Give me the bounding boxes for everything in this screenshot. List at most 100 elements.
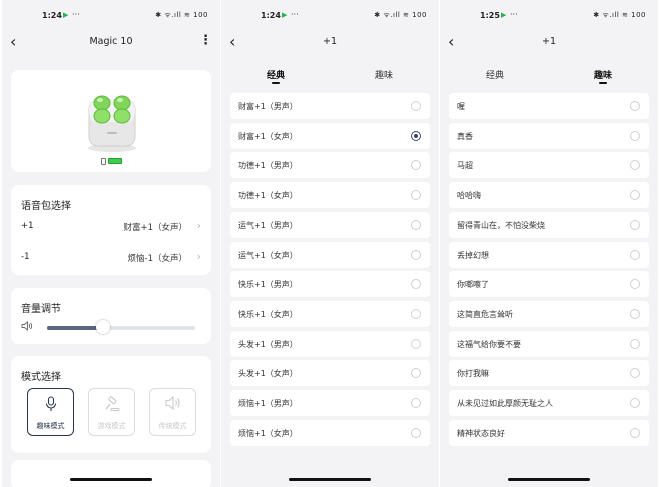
- home-indicator[interactable]: [289, 478, 371, 481]
- list-item[interactable]: 头发+1（女声）: [230, 360, 430, 387]
- status-icons: ✱ ᯤ.ıll ≋ 100: [593, 11, 646, 19]
- list-item[interactable]: 运气+1（男声）: [230, 211, 430, 238]
- classic-mode-button[interactable]: 传统模式: [149, 388, 196, 436]
- page-title: Magic 10: [89, 36, 133, 47]
- gavel-icon: [89, 396, 134, 416]
- list-item[interactable]: 烦恼+1（男声）: [230, 390, 430, 416]
- voice-row-plus[interactable]: +1 财富+1（女声） ›: [21, 217, 201, 237]
- radio-icon[interactable]: [411, 249, 421, 260]
- list-item[interactable]: 头发+1（男声）: [230, 330, 430, 357]
- volume-icon: [21, 321, 33, 331]
- list-item-label: 头发+1（男声）: [238, 339, 298, 349]
- list-item[interactable]: 这简直危言耸听: [449, 300, 649, 327]
- list-item[interactable]: 快乐+1（女声）: [230, 300, 430, 327]
- page-title: +1: [541, 36, 556, 47]
- list-item[interactable]: 财富+1（男声）: [230, 93, 430, 119]
- radio-icon[interactable]: [411, 308, 421, 319]
- list-item[interactable]: 功德+1（女声）: [230, 182, 430, 209]
- volume-slider-fill: [47, 326, 104, 330]
- status-bar: 1:25 ▶ ··· ✱ ᯤ.ıll ≋ 100: [440, 0, 658, 30]
- list-item[interactable]: 精神状态良好: [449, 419, 649, 446]
- list-item-label: 功德+1（女声）: [238, 191, 298, 201]
- radio-icon[interactable]: [411, 338, 421, 349]
- voice-row-minus[interactable]: -1 烦恼-1（女声） ›: [21, 248, 201, 268]
- microphone-icon: [28, 396, 73, 416]
- radio-icon[interactable]: [630, 249, 640, 260]
- volume-slider-track[interactable]: [47, 326, 195, 330]
- tab-fun[interactable]: 趣味: [594, 68, 612, 81]
- list-item-label: 马超: [457, 161, 473, 171]
- radio-checked-icon[interactable]: [411, 130, 421, 141]
- list-item-label: 留得青山在，不怕没柴烧: [457, 220, 545, 230]
- radio-icon[interactable]: [411, 427, 421, 438]
- status-bar: 1:24 ▶ ··· ✱ ᯤ.ıll ≋ 100: [221, 0, 439, 30]
- list-item[interactable]: 马超: [449, 152, 649, 179]
- list-item[interactable]: 留得青山在，不怕没柴烧: [449, 211, 649, 238]
- list-item-label: 运气+1（男声）: [238, 220, 298, 230]
- volume-slider-thumb[interactable]: [96, 320, 111, 334]
- radio-icon[interactable]: [630, 338, 640, 349]
- list-item-label: 功德+1（男声）: [238, 161, 298, 171]
- list-item-label: 哈哈嗨: [457, 191, 481, 201]
- home-indicator[interactable]: [508, 478, 590, 481]
- top-nav: ‹ +1: [221, 30, 439, 56]
- list-item-label: 真香: [457, 131, 473, 141]
- status-icons: ✱ ᯤ.ıll ≋ 100: [155, 11, 208, 19]
- radio-icon[interactable]: [630, 427, 640, 438]
- list-item[interactable]: 喔: [449, 93, 649, 119]
- list-item-label: 财富+1（男声）: [238, 102, 298, 111]
- tab-classic[interactable]: 经典: [267, 68, 285, 81]
- list-item[interactable]: 哈哈嗨: [449, 182, 649, 209]
- radio-icon[interactable]: [630, 279, 640, 290]
- radio-icon[interactable]: [630, 398, 640, 408]
- list-item[interactable]: 财富+1（女声）: [230, 122, 430, 149]
- list-item-label: 从未见过如此厚颜无耻之人: [457, 399, 553, 408]
- list-item[interactable]: 烦恼+1（女声）: [230, 419, 430, 446]
- radio-icon[interactable]: [630, 190, 640, 201]
- radio-icon[interactable]: [630, 219, 640, 230]
- radio-icon[interactable]: [630, 130, 640, 141]
- list-item-label: 精神状态良好: [457, 428, 505, 438]
- list-item-label: 丢掉幻想: [457, 250, 489, 260]
- list-item[interactable]: 丢掉幻想: [449, 241, 649, 268]
- list-item[interactable]: 这福气给你要不要: [449, 330, 649, 357]
- list-item-label: 快乐+1（女声）: [238, 309, 298, 319]
- list-item[interactable]: 从未见过如此厚颜无耻之人: [449, 390, 649, 416]
- radio-icon[interactable]: [411, 398, 421, 408]
- more-options-icon[interactable]: ⋮: [199, 33, 212, 49]
- radio-icon[interactable]: [411, 279, 421, 290]
- more-dots-icon: ···: [72, 10, 80, 19]
- list-item[interactable]: 运气+1（女声）: [230, 241, 430, 268]
- radio-icon[interactable]: [411, 190, 421, 201]
- tab-classic[interactable]: 经典: [486, 68, 504, 81]
- list-item[interactable]: 你啷嚓了: [449, 271, 649, 298]
- game-mode-button[interactable]: 游戏模式: [88, 388, 135, 436]
- list-item[interactable]: 功德+1（男声）: [230, 152, 430, 179]
- list-item[interactable]: 你打我嘛: [449, 360, 649, 387]
- radio-icon[interactable]: [630, 308, 640, 319]
- list-item[interactable]: 快乐+1（男声）: [230, 271, 430, 298]
- status-time: 1:24: [261, 11, 281, 20]
- list-item-label: 你啷嚓了: [457, 280, 489, 290]
- tab-underline: [599, 82, 607, 84]
- radio-icon[interactable]: [411, 101, 421, 111]
- radio-icon[interactable]: [630, 368, 640, 379]
- radio-icon[interactable]: [411, 368, 421, 379]
- device-card: [11, 70, 211, 172]
- earbud-icon: [101, 157, 106, 165]
- radio-icon[interactable]: [411, 160, 421, 171]
- status-bar: 1:24 ▶ ··· ✱ ᯤ.ıll ≋ 100: [2, 0, 220, 30]
- play-icon: ▶: [282, 11, 288, 19]
- tab-fun[interactable]: 趣味: [375, 68, 393, 81]
- tab-bar: 经典 趣味: [221, 62, 439, 84]
- list-item[interactable]: 真香: [449, 122, 649, 149]
- status-time: 1:24: [42, 11, 62, 20]
- list-item-label: 这福气给你要不要: [457, 339, 521, 349]
- fun-mode-button[interactable]: 趣味模式: [27, 388, 74, 436]
- radio-icon[interactable]: [630, 101, 640, 111]
- speaker-icon: [150, 395, 195, 414]
- page-title: +1: [322, 36, 337, 47]
- radio-icon[interactable]: [630, 160, 640, 171]
- home-indicator[interactable]: [70, 478, 152, 481]
- radio-icon[interactable]: [411, 219, 421, 230]
